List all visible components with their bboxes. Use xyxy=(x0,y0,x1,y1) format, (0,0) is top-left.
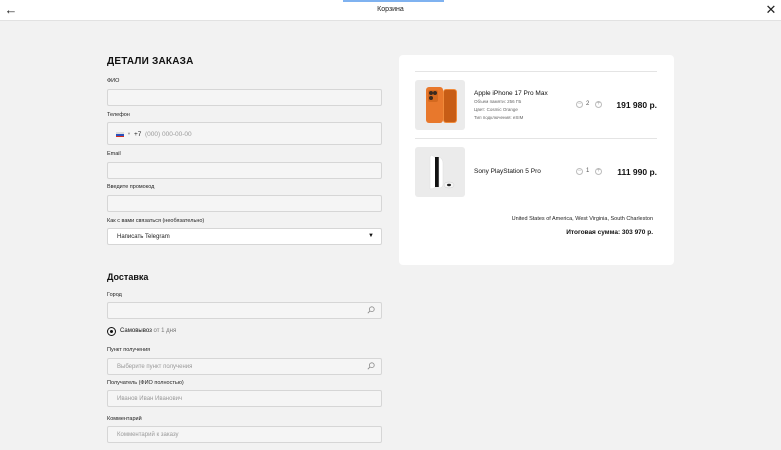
pickup-radio[interactable] xyxy=(107,327,116,336)
email-label: Email xyxy=(107,151,121,157)
phone-country-code: +7 xyxy=(134,131,142,138)
delivery-address: United States of America, West Virginia,… xyxy=(511,216,653,222)
order-form: ДЕТАЛИ ЗАКАЗА ФИО Телефон ▼ +7 (000) 000… xyxy=(107,56,382,450)
phone-product-image xyxy=(426,87,457,123)
order-details-heading: ДЕТАЛИ ЗАКАЗА xyxy=(107,56,194,67)
email-field[interactable] xyxy=(107,162,382,179)
recipient-field[interactable]: Иванов Иван Иванович xyxy=(107,390,382,407)
contact-method-label: Как с вами связаться (необязательно) xyxy=(107,218,205,224)
fio-label: ФИО xyxy=(107,78,120,84)
contact-method-value: Написать Telegram xyxy=(117,234,170,240)
phone-field[interactable]: ▼ +7 (000) 000-00-00 xyxy=(107,122,382,145)
quantity-value: 1 xyxy=(586,168,590,174)
iphone-image[interactable] xyxy=(415,80,465,130)
console-product-image xyxy=(429,154,455,190)
cart-summary-card: Apple iPhone 17 Pro Max Объем памяти: 25… xyxy=(399,55,674,265)
phone-placeholder: (000) 000-00-00 xyxy=(145,131,192,138)
russia-flag-icon[interactable] xyxy=(116,132,124,138)
delivery-heading: Доставка xyxy=(107,272,149,282)
product-price: 191 980 р. xyxy=(616,100,657,110)
city-label: Город xyxy=(107,292,122,298)
search-icon xyxy=(367,306,375,314)
promo-code-field[interactable] xyxy=(107,195,382,212)
order-total: Итоговая сумма: 303 970 р. xyxy=(566,229,653,236)
fio-field[interactable] xyxy=(107,89,382,106)
top-bar: ← Корзина ✕ xyxy=(0,0,781,21)
pickup-point-placeholder: Выберите пункт получения xyxy=(117,364,193,370)
decrease-quantity-button[interactable]: − xyxy=(576,168,583,175)
chevron-down-icon[interactable]: ▼ xyxy=(127,131,131,136)
pickup-option[interactable]: Самовывоз от 1 дня xyxy=(120,328,176,334)
product-name[interactable]: Apple iPhone 17 Pro Max xyxy=(474,90,548,97)
caret-down-icon: ▼ xyxy=(368,233,374,239)
comment-placeholder: Комментарий к заказу xyxy=(117,432,179,438)
product-attribute: Цвет: Cosmic Orange xyxy=(474,107,518,112)
divider xyxy=(415,138,657,139)
recipient-label: Получатель (ФИО полностью) xyxy=(107,380,184,386)
contact-method-select[interactable]: Написать Telegram ▼ xyxy=(107,228,382,245)
pickup-duration: от 1 дня xyxy=(153,328,177,334)
product-attribute: Тип подключения: eSIM xyxy=(474,115,524,120)
quantity-value: 2 xyxy=(586,101,590,107)
phone-label: Телефон xyxy=(107,112,130,118)
pickup-label: Самовывоз xyxy=(120,328,152,334)
search-icon xyxy=(367,362,375,370)
page-title: Корзина xyxy=(377,6,404,13)
divider xyxy=(415,71,657,72)
increase-quantity-button[interactable]: + xyxy=(595,101,602,108)
city-field[interactable] xyxy=(107,302,382,319)
comment-field[interactable]: Комментарий к заказу xyxy=(107,426,382,443)
close-icon[interactable]: ✕ xyxy=(763,2,779,18)
decrease-quantity-button[interactable]: − xyxy=(576,101,583,108)
pickup-point-field[interactable]: Выберите пункт получения xyxy=(107,358,382,375)
comment-label: Комментарий xyxy=(107,416,142,422)
increase-quantity-button[interactable]: + xyxy=(595,168,602,175)
top-progress-indicator xyxy=(343,0,444,2)
playstation-image[interactable] xyxy=(415,147,465,197)
pickup-point-label: Пункт получения xyxy=(107,347,151,353)
product-attribute: Объем памяти: 256 ГБ xyxy=(474,99,522,104)
product-price: 111 990 р. xyxy=(617,167,657,177)
product-name[interactable]: Sony PlayStation 5 Pro xyxy=(474,168,541,175)
promo-label: Введите промокод xyxy=(107,184,155,190)
recipient-placeholder: Иванов Иван Иванович xyxy=(117,396,183,402)
